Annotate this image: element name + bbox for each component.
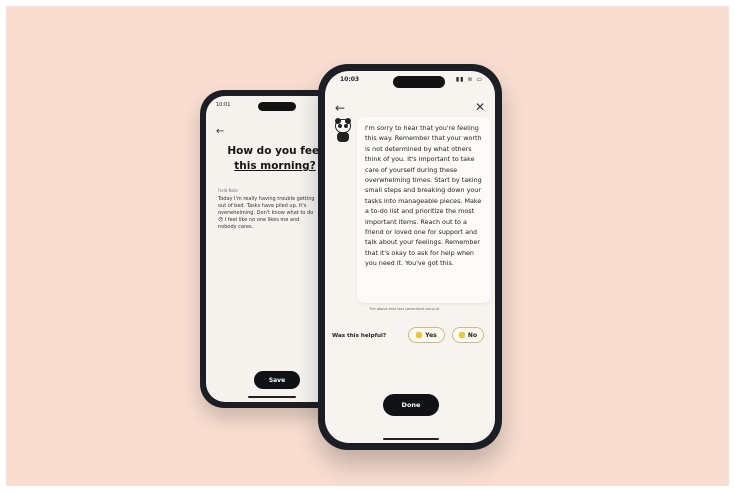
close-icon[interactable]: ✕	[475, 100, 485, 114]
ai-disclaimer: The above text was generated using AI	[369, 307, 440, 311]
title-line-2: this morning?	[234, 160, 316, 172]
back-phone-screen: 10:01 ← How do you feel this morning? Fi…	[206, 96, 336, 402]
panda-eye	[344, 124, 348, 128]
home-indicator	[383, 437, 439, 440]
save-button[interactable]: Save	[254, 371, 300, 389]
front-phone: 10:03 ▮▮ ≋ ▭ ← ✕ I'm sorry to hear that …	[318, 64, 502, 450]
panda-head	[335, 118, 351, 133]
home-indicator	[248, 396, 296, 398]
front-phone-screen: 10:03 ▮▮ ≋ ▭ ← ✕ I'm sorry to hear that …	[325, 71, 495, 443]
back-arrow-icon[interactable]: ←	[335, 101, 345, 115]
status-time: 10:03	[340, 76, 360, 83]
status-icons: ▮▮ ≋ ▭	[455, 76, 483, 83]
page-title: How do you feel this morning?	[226, 144, 324, 174]
helpful-prompt: Was this helpful?	[332, 333, 387, 339]
thumbs-down-icon	[458, 332, 465, 338]
yes-label: Yes	[425, 331, 437, 339]
ai-response-text: I'm sorry to hear that you're feeling th…	[365, 124, 482, 268]
response-bubble: I'm sorry to hear that you're feeling th…	[357, 117, 491, 303]
no-label: No	[467, 331, 478, 339]
title-line-1: How do you feel	[227, 145, 323, 157]
dynamic-island	[393, 76, 445, 88]
dynamic-island	[258, 102, 296, 111]
done-button[interactable]: Done	[383, 394, 439, 416]
thumbs-up-icon	[416, 332, 423, 338]
panda-body	[337, 132, 349, 142]
panda-avatar-icon	[335, 118, 351, 143]
back-arrow-icon[interactable]: ←	[216, 126, 224, 137]
field-label: Field Note	[218, 188, 238, 193]
status-time: 10:01	[216, 102, 231, 108]
panda-eye	[338, 124, 342, 128]
no-button[interactable]: No	[452, 327, 484, 343]
background-canvas: 10:01 ← How do you feel this morning? Fi…	[6, 6, 729, 486]
yes-button[interactable]: Yes	[408, 327, 445, 343]
